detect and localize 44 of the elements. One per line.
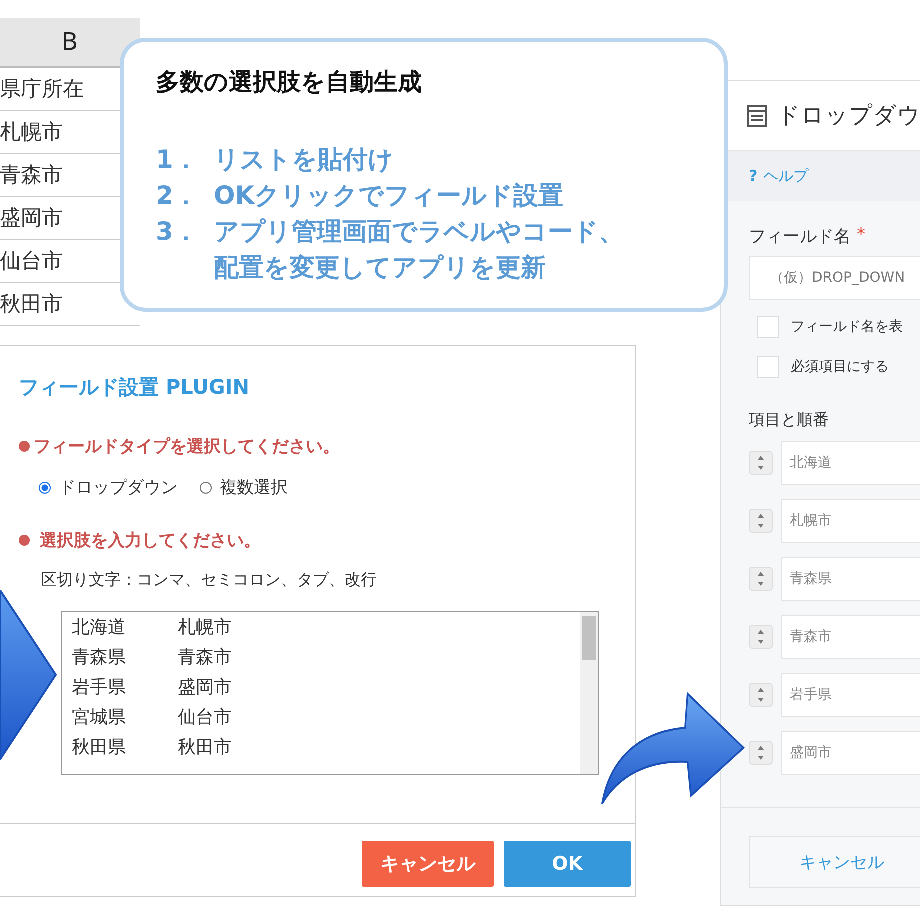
- radio-option[interactable]: 複数選択: [200, 476, 288, 499]
- cancel-button[interactable]: キャンセル: [362, 841, 494, 887]
- bullet-icon: [19, 535, 30, 546]
- checkbox-option[interactable]: 必須項目にする: [757, 354, 920, 380]
- panel-title: ドロップダウ: [777, 102, 920, 131]
- item-input[interactable]: 札幌市: [781, 499, 920, 543]
- column-header: B: [0, 18, 140, 68]
- section-label: 選択肢を入力してください。: [38, 530, 261, 552]
- bullet-icon: [19, 441, 30, 452]
- step-number: 1．: [156, 144, 200, 176]
- step-number: 3．: [156, 216, 200, 248]
- step-text: アプリ管理画面でラベルやコード、: [214, 216, 624, 248]
- step-text: OKクリックでフィールド設置: [214, 180, 564, 212]
- ok-button[interactable]: OK: [504, 841, 631, 887]
- items-label: 項目と順番: [749, 410, 829, 431]
- item-input[interactable]: 北海道: [781, 441, 920, 485]
- sort-handle-icon[interactable]: [749, 625, 773, 649]
- sort-handle-icon[interactable]: [749, 741, 773, 765]
- sort-handle-icon[interactable]: [749, 683, 773, 707]
- help-icon[interactable]: ?: [749, 167, 758, 185]
- field-name-input[interactable]: （仮）DROP_DOWN: [749, 256, 920, 300]
- section-label: フィールドタイプを選択してください。: [34, 436, 340, 458]
- dialog-title: フィールド設置 PLUGIN: [19, 374, 250, 401]
- scrollbar[interactable]: [580, 612, 598, 774]
- checkbox-option[interactable]: フィールド名を表: [757, 314, 920, 340]
- cancel-button[interactable]: キャンセル: [749, 836, 920, 888]
- field-label: フィールド名: [749, 226, 851, 248]
- help-link[interactable]: ヘルプ: [764, 166, 809, 186]
- item-input[interactable]: 盛岡市: [781, 731, 920, 775]
- sort-handle-icon[interactable]: [749, 451, 773, 475]
- item-input[interactable]: 岩手県: [781, 673, 920, 717]
- callout-title: 多数の選択肢を自動生成: [156, 67, 422, 98]
- item-input[interactable]: 青森県: [781, 557, 920, 601]
- required-mark: *: [857, 225, 866, 247]
- list-icon: [747, 104, 767, 126]
- item-input[interactable]: 青森市: [781, 615, 920, 659]
- radio-option[interactable]: ドロップダウン: [39, 476, 178, 499]
- step-number: 2．: [156, 180, 200, 212]
- sort-handle-icon[interactable]: [749, 567, 773, 591]
- choices-textarea[interactable]: 北海道 札幌市 青森県 青森市 岩手県 盛岡市 宮城県 仙台市 秋田県 秋田市: [61, 611, 599, 775]
- step-text: 配置を変更してアプリを更新: [214, 252, 546, 284]
- step-text: リストを貼付け: [214, 144, 394, 176]
- delimiter-hint: 区切り文字：コンマ、セミコロン、タブ、改行: [41, 570, 377, 591]
- sort-handle-icon[interactable]: [749, 509, 773, 533]
